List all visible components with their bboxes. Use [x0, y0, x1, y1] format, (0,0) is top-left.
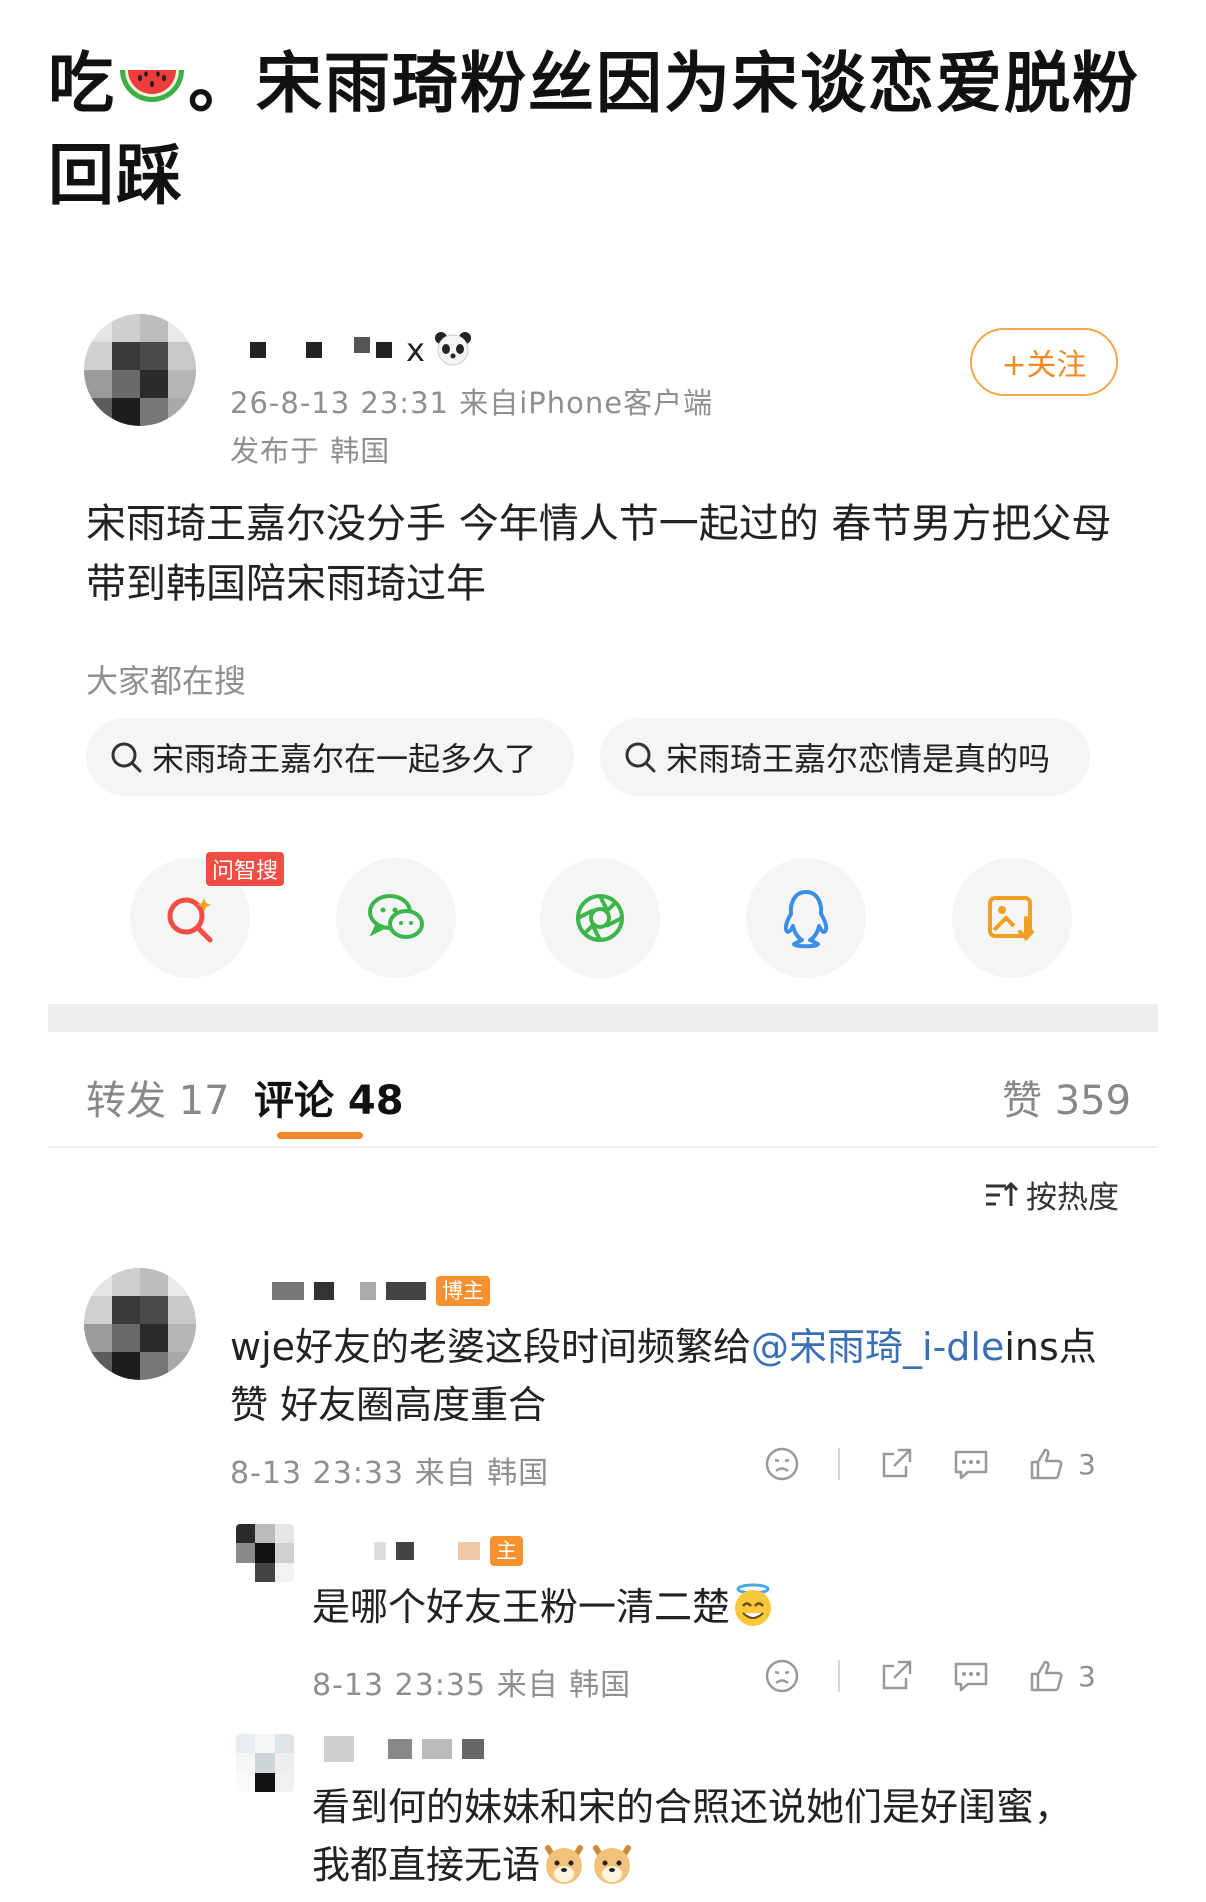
mention-link[interactable]: @宋雨琦_i-dle	[751, 1325, 1004, 1369]
blogger-badge: 主	[490, 1536, 523, 1566]
reply-avatar[interactable]	[236, 1524, 294, 1582]
dislike-icon	[765, 1447, 799, 1481]
reply-username[interactable]	[324, 1736, 484, 1762]
search-suggestion-2[interactable]: 宋雨琦王嘉尔恋情是真的吗	[600, 718, 1090, 796]
sort-label: 按热度	[1026, 1180, 1119, 1216]
comment-icon	[954, 1450, 988, 1480]
action-separator	[838, 1660, 840, 1692]
comment-username[interactable]: 博主	[272, 1276, 490, 1306]
like-count: 3	[1078, 1659, 1096, 1693]
post-username[interactable]: x	[250, 330, 473, 370]
panda-icon	[433, 330, 473, 370]
tabs-divider	[48, 1146, 1158, 1148]
reply-text: 是哪个好友王粉一清二楚	[312, 1578, 1132, 1644]
search-suggestion-label: 宋雨琦王嘉尔恋情是真的吗	[666, 740, 1051, 778]
wechat-icon	[368, 894, 424, 939]
share-icon	[882, 1448, 912, 1478]
share-button[interactable]	[878, 1658, 914, 1694]
reply-text-body: 是哪个好友王粉一清二楚	[312, 1585, 731, 1629]
dislike-button[interactable]	[764, 1446, 800, 1482]
post-time-source: 26-8-13 23:31 来自iPhone客户端	[230, 386, 714, 420]
comment-meta: 8-13 23:33 来自 韩国	[230, 1456, 550, 1491]
search-icon	[111, 742, 142, 773]
moments-button[interactable]	[540, 858, 660, 978]
ai-search-tag: 问智搜	[206, 852, 285, 886]
sort-by-hot[interactable]: 按热度	[984, 1172, 1119, 1217]
like-count: 3	[1078, 1447, 1096, 1481]
reply-text-line-1: 看到何的妹妹和宋的合照还说她们是好闺蜜，	[312, 1785, 1073, 1829]
share-button[interactable]	[878, 1446, 914, 1482]
comment-text: wje好友的老婆这段时间频繁给@宋雨琦_i-dleins点赞 好友圈高度重合	[230, 1318, 1130, 1434]
wechat-button[interactable]	[336, 858, 456, 978]
follow-button[interactable]: +关注	[970, 328, 1118, 396]
reply-text-line-2: 我都直接无语	[312, 1843, 541, 1887]
share-icon	[882, 1660, 912, 1690]
reply-text: 看到何的妹妹和宋的合照还说她们是好闺蜜， 我都直接无语	[312, 1778, 1172, 1902]
sort-icon	[986, 1181, 1018, 1206]
dislike-icon	[765, 1659, 799, 1693]
section-divider	[48, 1004, 1158, 1032]
doge-icon	[540, 1838, 588, 1902]
qq-button[interactable]	[746, 858, 866, 978]
reply-button[interactable]	[952, 1658, 990, 1694]
search-suggestion-label: 宋雨琦王嘉尔在一起多久了	[152, 740, 537, 778]
reply-button[interactable]	[952, 1446, 990, 1482]
username-suffix: x	[406, 331, 425, 369]
avatar[interactable]	[84, 314, 196, 426]
headline: 吃。宋雨琦粉丝因为宋谈恋爱脱粉回踩	[48, 38, 1158, 222]
qq-icon	[783, 890, 829, 949]
search-suggestion-1[interactable]: 宋雨琦王嘉尔在一起多久了	[86, 718, 574, 796]
save-image-button[interactable]	[952, 858, 1072, 978]
reply-meta: 8-13 23:35 来自 韩国	[312, 1668, 632, 1703]
watermelon-icon	[116, 42, 188, 102]
headline-prefix: 吃	[48, 45, 116, 122]
save-image-icon	[988, 896, 1034, 941]
like-button[interactable]: 3	[1028, 1446, 1096, 1482]
thumbs-up-icon	[1030, 1660, 1063, 1692]
search-heading: 大家都在搜	[86, 662, 247, 700]
doge-icon	[588, 1838, 636, 1902]
reply-avatar[interactable]	[236, 1734, 294, 1792]
innocent-smile-icon	[730, 1582, 776, 1644]
reply-username[interactable]: 主	[374, 1536, 523, 1566]
like-button[interactable]: 3	[1028, 1658, 1096, 1694]
search-icon	[625, 742, 656, 773]
dislike-button[interactable]	[764, 1658, 800, 1694]
post-text: 宋雨琦王嘉尔没分手 今年情人节一起过的 春节男方把父母带到韩国陪宋雨琦过年	[86, 501, 1112, 607]
comment-avatar[interactable]	[84, 1268, 196, 1380]
comment-text-before: wje好友的老婆这段时间频繁给	[230, 1325, 752, 1369]
tab-active-indicator	[277, 1132, 363, 1139]
blogger-badge: 博主	[436, 1276, 490, 1306]
headline-text: 。宋雨琦粉丝因为宋谈恋爱脱粉回踩	[48, 45, 1140, 214]
post-location: 发布于 韩国	[230, 434, 391, 468]
comment-icon	[954, 1662, 988, 1692]
tab-likes[interactable]: 赞 359	[1002, 1068, 1131, 1126]
action-separator	[838, 1448, 840, 1480]
comment-actions: 3	[764, 1446, 1096, 1482]
tab-repost[interactable]: 转发 17	[86, 1068, 230, 1126]
username-mosaic	[250, 337, 392, 358]
tab-comments[interactable]: 评论 48	[254, 1068, 404, 1126]
thumbs-up-icon	[1030, 1448, 1063, 1480]
moments-icon	[576, 894, 624, 942]
reply-actions: 3	[764, 1658, 1096, 1694]
ai-search-icon	[167, 897, 213, 943]
